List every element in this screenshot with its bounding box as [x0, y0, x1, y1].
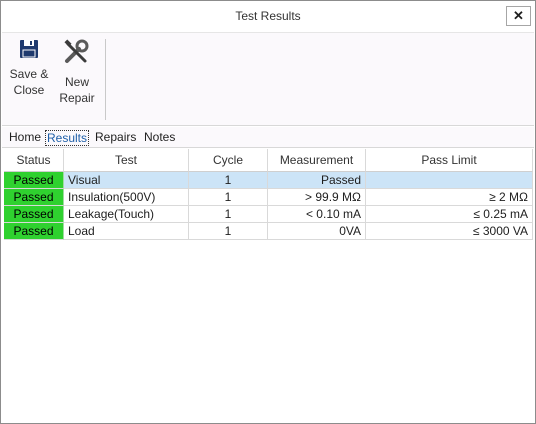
- window-title: Test Results: [235, 9, 301, 23]
- new-repair-label: New Repair: [59, 75, 95, 105]
- pass-limit-cell: ≥ 2 MΩ: [366, 189, 533, 206]
- save-close-button[interactable]: Save & Close: [7, 37, 51, 109]
- tab-home[interactable]: Home: [8, 130, 42, 146]
- status-badge: Passed: [4, 172, 64, 189]
- test-cell: Load: [64, 223, 189, 240]
- header-cycle[interactable]: Cycle: [189, 149, 268, 172]
- header-status[interactable]: Status: [4, 149, 64, 172]
- pass-limit-cell: ≤ 0.25 mA: [366, 206, 533, 223]
- tab-results[interactable]: Results: [45, 130, 90, 146]
- cycle-cell: 1: [189, 206, 268, 223]
- cycle-cell: 1: [189, 172, 268, 189]
- status-badge: Passed: [4, 189, 64, 206]
- header-measurement[interactable]: Measurement: [268, 149, 366, 172]
- measurement-cell: 0VA: [268, 223, 366, 240]
- floppy-disk-icon: [20, 40, 38, 58]
- close-button[interactable]: ✕: [506, 6, 531, 26]
- new-repair-button[interactable]: New Repair: [55, 37, 99, 109]
- table-row[interactable]: Passed Insulation(500V) 1 > 99.9 MΩ ≥ 2 …: [4, 189, 533, 206]
- table-row[interactable]: Passed Load 1 0VA ≤ 3000 VA: [4, 223, 533, 240]
- title-bar: Test Results ✕: [1, 1, 535, 32]
- test-cell: Leakage(Touch): [64, 206, 189, 223]
- pass-limit-cell: ≤ 3000 VA: [366, 223, 533, 240]
- table-header: Status Test Cycle Measurement Pass Limit: [4, 149, 533, 172]
- cycle-cell: 1: [189, 223, 268, 240]
- cycle-cell: 1: [189, 189, 268, 206]
- ribbon: Save & Close New Repair: [2, 32, 534, 126]
- pass-limit-cell: [366, 172, 533, 189]
- table-row[interactable]: Passed Visual 1 Passed: [4, 172, 533, 189]
- tab-notes[interactable]: Notes: [143, 130, 176, 146]
- measurement-cell: < 0.10 mA: [268, 206, 366, 223]
- header-test[interactable]: Test: [64, 149, 189, 172]
- test-cell: Visual: [64, 172, 189, 189]
- save-close-label: Save & Close: [9, 67, 49, 97]
- tab-strip: Home Results Repairs Notes: [2, 127, 534, 148]
- header-pass-limit[interactable]: Pass Limit: [366, 149, 533, 172]
- tools-icon: [64, 39, 89, 63]
- test-cell: Insulation(500V): [64, 189, 189, 206]
- tab-repairs[interactable]: Repairs: [94, 130, 137, 146]
- measurement-cell: Passed: [268, 172, 366, 189]
- test-results-window: Test Results ✕ Save & Close New Repair H…: [0, 0, 536, 424]
- ribbon-separator: [105, 39, 106, 120]
- table-row[interactable]: Passed Leakage(Touch) 1 < 0.10 mA ≤ 0.25…: [4, 206, 533, 223]
- measurement-cell: > 99.9 MΩ: [268, 189, 366, 206]
- status-badge: Passed: [4, 206, 64, 223]
- status-badge: Passed: [4, 223, 64, 240]
